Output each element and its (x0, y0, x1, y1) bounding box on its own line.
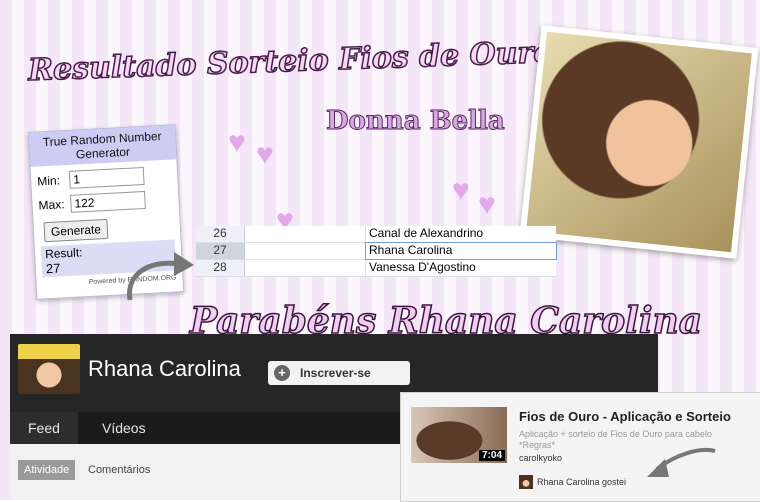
rng-max-input[interactable]: 122 (70, 190, 146, 213)
rng-max-label: Max: (38, 197, 65, 213)
liked-by-row: Rhana Carolina gostei (519, 475, 626, 489)
spreadsheet: 26 Canal de Alexandrino 27 Rhana Carolin… (196, 226, 557, 277)
channel-avatar[interactable] (18, 344, 80, 394)
row-number: 26 (196, 226, 245, 242)
sheet-row[interactable]: 26 Canal de Alexandrino (196, 226, 556, 243)
empty-cell[interactable] (245, 243, 366, 259)
sheet-row[interactable]: 28 Vanessa D'Agostino (196, 260, 556, 277)
generate-button[interactable]: Generate (43, 218, 109, 243)
video-author[interactable]: carolkyoko (519, 453, 562, 463)
name-cell[interactable]: Vanessa D'Agostino (366, 260, 556, 276)
activity-chip[interactable]: Atividade (18, 460, 76, 480)
portrait-image (526, 31, 752, 253)
empty-cell[interactable] (245, 226, 366, 242)
subscribe-button[interactable]: + Inscrever-se (268, 361, 410, 385)
comments-link[interactable]: Comentários (88, 464, 150, 476)
curved-arrow-icon (647, 448, 716, 477)
rng-min-label: Min: (36, 173, 61, 189)
rng-header: True Random Number Generator (28, 125, 177, 167)
heart-icon: ♥ (228, 126, 246, 159)
rng-max-row: Max: 122 (38, 190, 173, 215)
channel-name[interactable]: Rhana Carolina (88, 356, 241, 382)
rng-min-input[interactable]: 1 (68, 166, 145, 189)
name-cell[interactable]: Rhana Carolina (365, 242, 557, 260)
heart-icon: ♥ (478, 188, 496, 221)
video-title[interactable]: Fios de Ouro - Aplicação e Sorteio (519, 409, 731, 424)
brand-name: Donna Bella (326, 106, 506, 137)
heart-icon: ♥ (452, 174, 470, 207)
plus-icon: + (274, 365, 290, 381)
video-thumbnail[interactable]: 7:04 (411, 407, 507, 463)
video-duration: 7:04 (478, 450, 505, 461)
row-number: 28 (196, 260, 245, 276)
liker-avatar (519, 475, 533, 489)
name-cell[interactable]: Canal de Alexandrino (366, 226, 556, 242)
tab-videos[interactable]: Vídeos (84, 412, 164, 444)
winner-portrait-photo (519, 25, 759, 259)
row-number: 27 (196, 243, 245, 259)
video-card[interactable]: 7:04 Fios de Ouro - Aplicação e Sorteio … (400, 392, 760, 502)
tab-feed[interactable]: Feed (10, 412, 78, 447)
empty-cell[interactable] (245, 260, 366, 276)
subscribe-label: Inscrever-se (300, 366, 371, 380)
rng-min-row: Min: 1 (37, 166, 172, 191)
sheet-row-selected[interactable]: 27 Rhana Carolina (196, 242, 557, 260)
curved-arrow-icon (127, 252, 194, 301)
liked-by-text: Rhana Carolina gostei (537, 477, 627, 487)
heart-icon: ♥ (256, 138, 274, 171)
